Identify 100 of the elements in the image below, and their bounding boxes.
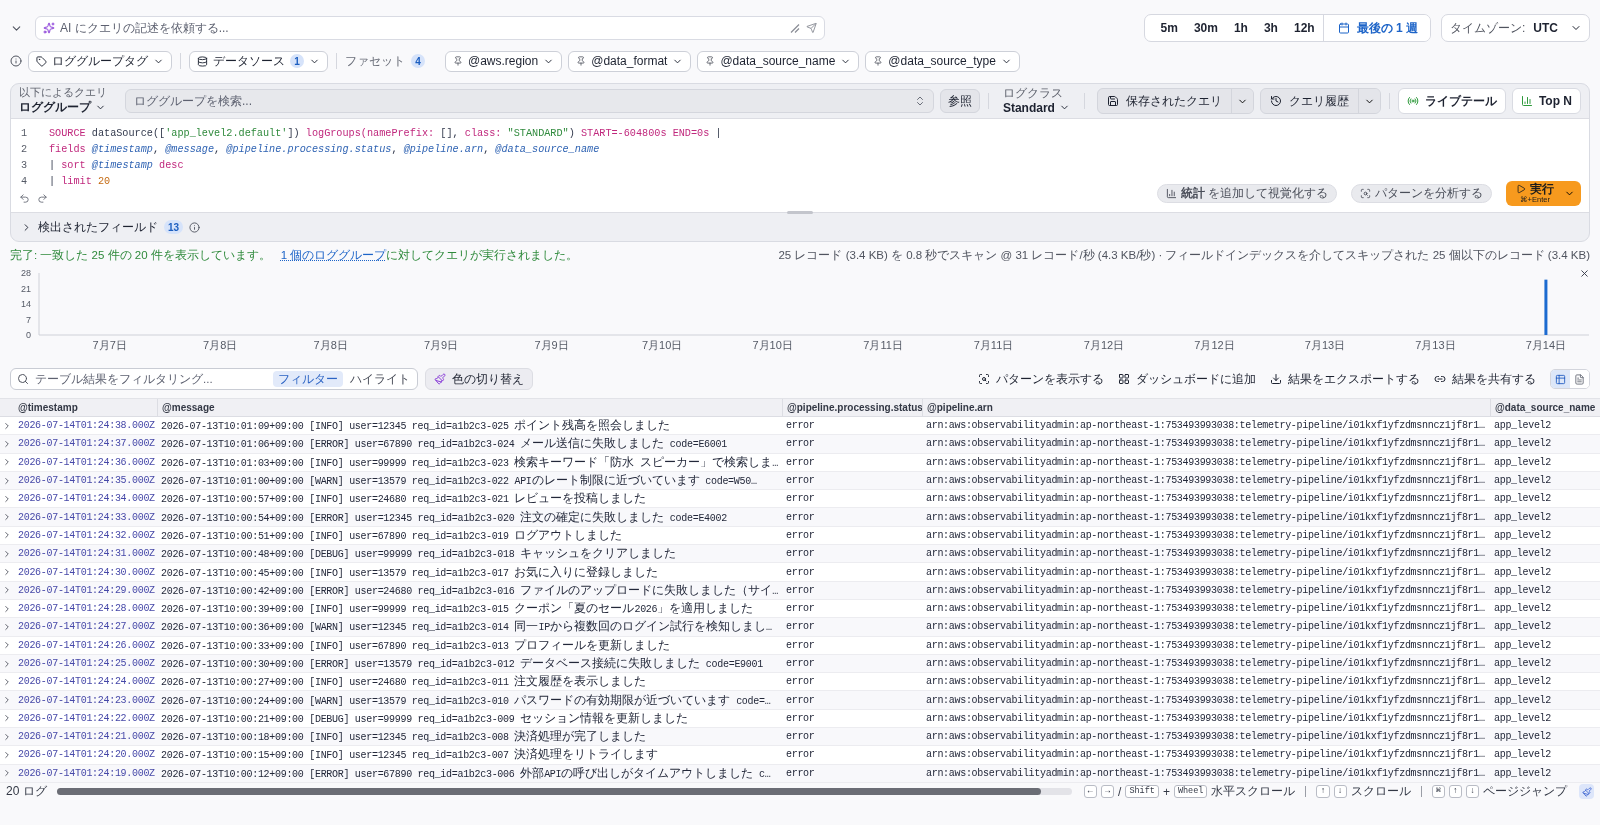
pin-icon (705, 56, 716, 66)
keyboard-key: → (1100, 785, 1115, 799)
pin-icon (576, 56, 587, 66)
facet-filter[interactable]: @aws.region (445, 50, 563, 72)
data-source-filter[interactable]: データソース 1 (189, 50, 328, 72)
axis-label: 7月9日 (534, 339, 569, 351)
toolbar-action-button[interactable]: 結果をエクスポートする (1270, 371, 1420, 387)
keyboard-key: ⌘ (1431, 785, 1445, 799)
top-n-button[interactable]: Top N (1511, 88, 1581, 114)
timezone-select[interactable]: タイムゾーン: UTC (1441, 14, 1590, 42)
table-cell-text: app_level2 (1493, 529, 1551, 541)
pin-icon (453, 56, 463, 66)
info-icon[interactable] (189, 221, 201, 233)
keyboard-key: ↓ (1465, 785, 1479, 799)
column-header[interactable]: @message (157, 399, 782, 416)
status-summary: 完了: 一致した 25 件の 20 件を表示しています。 (10, 247, 271, 263)
column-header[interactable]: @pipeline.arn (922, 399, 1490, 416)
discovered-fields-label[interactable]: 検出されたフィールド (38, 218, 158, 236)
table-cell-text: 2026-07-14T01:24:19.000Z (17, 767, 155, 779)
table-cell-text: error (785, 676, 815, 688)
facet-filter[interactable]: @data_source_type (865, 50, 1020, 72)
close-icon[interactable] (1579, 268, 1590, 279)
ai-prompt-field[interactable]: AI にクエリの記述を依頼する... (35, 16, 825, 40)
filter-mode-tab[interactable]: フィルター (273, 371, 343, 387)
resize-handle[interactable] (787, 211, 813, 214)
query-by-select[interactable]: ロググループ (19, 98, 107, 116)
date-range-button[interactable]: 最後の 1 週 (1322, 15, 1430, 41)
table-cell-text: error (785, 621, 815, 633)
pin-icon (873, 56, 884, 66)
table-cell-text: error (785, 456, 815, 468)
table-cell-text: arn:aws:observabilityadmin:ap-northeast-1:753493993038:telemetry-pipeline/i01kxf1yfzdmsnncz1jf8r1… (925, 475, 1485, 487)
visualize-stats-button[interactable]: 統計 を追加して視覚化する (1156, 184, 1337, 203)
analyze-patterns-button[interactable]: パターンを分析する (1351, 184, 1492, 203)
time-range-button[interactable]: 1h (1225, 15, 1256, 41)
table-cell-text: 2026-07-14T01:24:38.000Z (17, 420, 155, 432)
horizontal-scrollbar[interactable] (56, 788, 1072, 796)
line-number: 1 (19, 127, 27, 139)
column-header[interactable]: @pipeline.processing.status (782, 399, 922, 416)
toolbar-action-button[interactable]: パターンを表示する (978, 371, 1104, 387)
log-group-tags-filter[interactable]: ロググループタグ (28, 50, 172, 72)
column-header[interactable]: @timestamp (14, 399, 157, 416)
log-class-label: ログクラス (1002, 87, 1064, 101)
axis-label: 7月12日 (1083, 339, 1125, 351)
table-icon (1555, 373, 1566, 385)
sparkle-icon (43, 22, 55, 34)
toolbar-action-button[interactable]: ダッシュボードに追加 (1118, 371, 1256, 387)
query-by-label: 以下によるクエリ (19, 86, 107, 99)
time-range-button[interactable]: 5m (1152, 15, 1186, 41)
log-group-search-field[interactable]: ロググループを検索... (125, 89, 934, 113)
color-toggle-button[interactable]: 色の切り替え (425, 368, 533, 390)
table-cell-text: 2026-07-14T01:24:29.000Z (17, 584, 155, 596)
column-header[interactable]: @data_source_name (1490, 399, 1600, 416)
hint-text: + (1162, 784, 1170, 799)
send-icon[interactable] (806, 22, 817, 34)
table-cell-text: 2026-07-14T01:24:33.000Z (17, 511, 155, 523)
live-tail-button[interactable]: ライブテール (1397, 88, 1506, 114)
table-cell-text: error (785, 438, 815, 450)
table-cell-text: app_level2 (1493, 566, 1551, 578)
broadcast-icon (1406, 95, 1419, 107)
view-toggle-button[interactable] (1551, 370, 1570, 388)
time-range-button[interactable]: 12h (1285, 15, 1323, 41)
hint-label: 水平スクロール (1211, 783, 1296, 801)
browse-button[interactable]: 参照 (939, 89, 980, 113)
line-number: 3 (19, 159, 27, 171)
table-cell-text: arn:aws:observabilityadmin:ap-northeast-1:753493993038:telemetry-pipeline/i01kxf1yfzdmsnncz1jf8r1… (925, 749, 1485, 761)
time-range-button[interactable]: 3h (1255, 15, 1286, 41)
table-cell-text: error (785, 511, 815, 523)
table-cell-text: app_level2 (1493, 731, 1551, 743)
table-cell-text: app_level2 (1493, 676, 1551, 688)
axis-label: 7月13日 (1415, 339, 1456, 351)
axis-label: 7月14日 (1525, 339, 1567, 351)
table-cell-text: 2026-07-14T01:24:24.000Z (17, 676, 155, 688)
paintbrush-icon[interactable] (1579, 784, 1594, 800)
table-cell-text: arn:aws:observabilityadmin:ap-northeast-1:753493993038:telemetry-pipeline/i01kxf1yfzdmsnncz1jf8r1… (925, 511, 1485, 523)
keyboard-key: Shift (1125, 785, 1159, 799)
axis-label: 7月11日 (973, 339, 1014, 351)
status-message: 1 個のロググループに対してクエリが実行されました。 (280, 247, 579, 263)
toolbar-action-button[interactable]: 結果を共有する (1434, 371, 1536, 387)
table-cell-text: 2026-07-13T10:01:06+09:00 [ERROR] user=67890 req_id=a1b2c3-024 メール送信に失敗しました code=E6001 (160, 436, 727, 452)
table-cell-text: 2026-07-13T10:00:39+09:00 [INFO] user=99999 req_id=a1b2c3-015 クーポン「夏のセール2026」を適用しました (160, 601, 754, 617)
count-badge: 1 (290, 54, 304, 68)
table-cell-text: 2026-07-14T01:24:31.000Z (17, 548, 155, 560)
log-group-link[interactable]: 1 個のロググループ (280, 248, 387, 261)
axis-label: 7月9日 (424, 339, 459, 351)
redo-icon[interactable] (37, 193, 48, 204)
table-cell-text: error (785, 658, 815, 669)
scan-stats: 25 レコード (3.4 KB) を 0.8 秒でスキャン @ 31 レコード/秒 (4.3 KB/秒) · フィールドインデックスを介してスキップされた 25 個以下のレコード (3.4 KB) (778, 247, 1590, 263)
info-icon[interactable] (10, 55, 22, 67)
document-icon (1574, 373, 1585, 385)
log-class-select[interactable]: Standard (1002, 100, 1070, 115)
table-cell-text: arn:aws:observabilityadmin:ap-northeast-1:753493993038:telemetry-pipeline/i01kxf1yfzdmsnncz1jf8r1… (925, 493, 1485, 505)
undo-icon[interactable] (19, 193, 30, 204)
table-cell-text: 2026-07-13T10:01:03+09:00 [INFO] user=99999 req_id=a1b2c3-023 検索キーワード「防水 スピーカー」で検索しま… (160, 454, 778, 470)
facet-filter[interactable]: @data_source_name (697, 50, 860, 72)
filter-mode-tab[interactable]: ハイライト (345, 371, 415, 387)
time-range-button[interactable]: 30m (1185, 15, 1226, 41)
table-cell-text: arn:aws:observabilityadmin:ap-northeast-1:753493993038:telemetry-pipeline/i01kxf1yfzdmsnncz1jf8r1… (925, 584, 1485, 596)
facet-filter[interactable]: @data_format (568, 50, 692, 72)
table-cell-text: arn:aws:observabilityadmin:ap-northeast-1:753493993038:telemetry-pipeline/i01kxf1yfzdmsnncz1jf8r1… (925, 621, 1485, 633)
axis-label: 7月10日 (752, 339, 793, 351)
